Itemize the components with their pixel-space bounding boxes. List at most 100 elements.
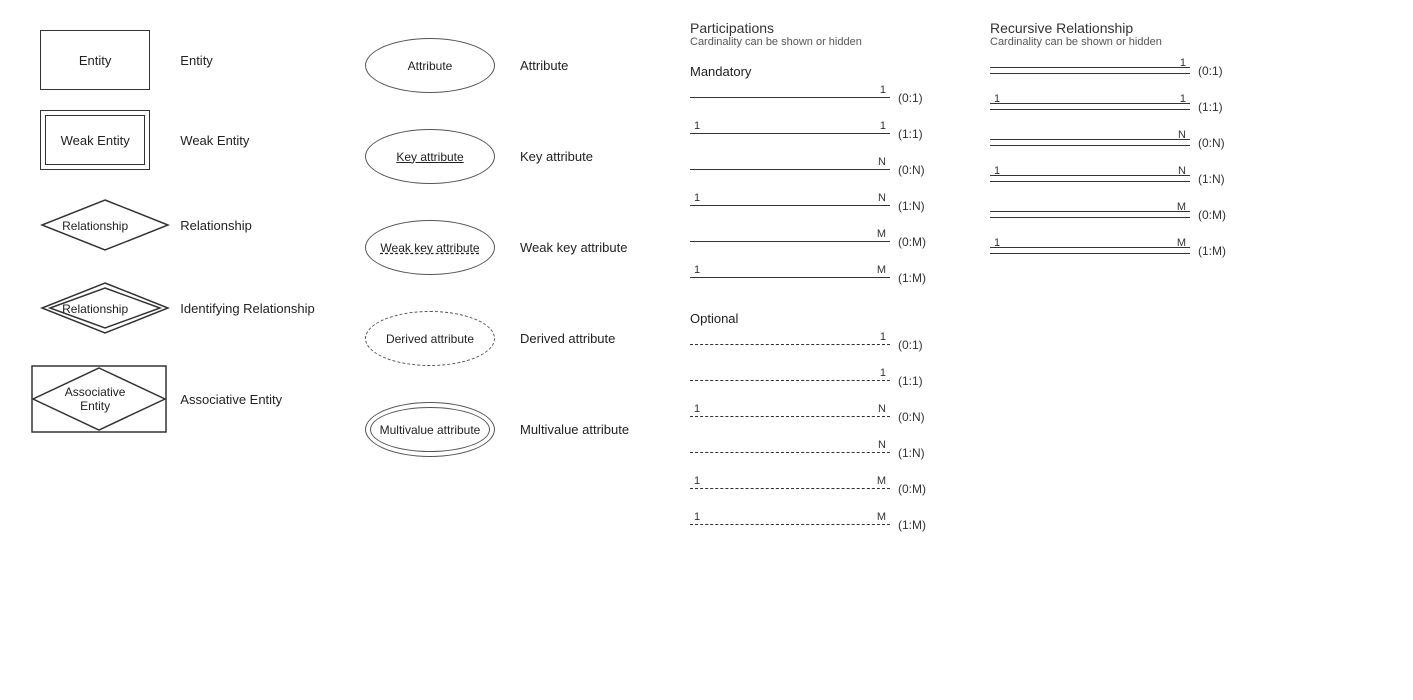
identifying-relationship-label: Identifying Relationship bbox=[170, 301, 350, 316]
part-mandatory-11: 1 1 (1:1) bbox=[690, 119, 980, 149]
associative-entity-label: Associative Entity bbox=[170, 392, 350, 407]
part-line-1n: 1 N bbox=[690, 191, 890, 221]
rec-01: 1 (0:1) bbox=[990, 56, 1280, 86]
part-opt-line-01: 1 bbox=[690, 330, 890, 360]
weak-entity-shape: Weak Entity bbox=[40, 110, 150, 170]
multivalue-attribute-row: Multivalue attribute Multivalue attribut… bbox=[350, 384, 680, 475]
part-line-0m: M bbox=[690, 227, 890, 257]
rec-line-11: 1 1 bbox=[990, 92, 1190, 122]
weak-entity-inner: Weak Entity bbox=[45, 115, 145, 165]
relationship-label: Relationship bbox=[170, 218, 350, 233]
derived-attribute-shape-label: Derived attribute bbox=[386, 332, 474, 346]
part-mandatory-0n: N (0:N) bbox=[690, 155, 980, 185]
recursive-panel: Recursive Relationship Cardinality can b… bbox=[980, 20, 1280, 546]
multivalue-attribute-label: Multivalue attribute bbox=[510, 422, 680, 437]
derived-attribute-shape: Derived attribute bbox=[365, 311, 495, 366]
rec-line-0m: M bbox=[990, 200, 1190, 230]
multivalue-attribute-shape-cell: Multivalue attribute bbox=[350, 402, 510, 457]
participations-header: Participations Cardinality can be shown … bbox=[690, 20, 980, 48]
participations-title: Participations bbox=[690, 20, 980, 36]
entity-row: Entity Entity bbox=[10, 20, 350, 100]
weak-key-attribute-shape-label: Weak key attribute bbox=[380, 241, 479, 255]
part-opt-line-0m: 1 M bbox=[690, 474, 890, 504]
rec-0m: M (0:M) bbox=[990, 200, 1280, 230]
rec-0n: N (0:N) bbox=[990, 128, 1280, 158]
multivalue-attribute-shape-label: Multivalue attribute bbox=[380, 423, 481, 437]
associative-entity-shape-label: AssociativeEntity bbox=[65, 385, 126, 413]
participations-subtitle: Cardinality can be shown or hidden bbox=[690, 36, 980, 48]
weak-entity-shape-cell: Weak Entity bbox=[20, 110, 170, 170]
rec-line-1m: 1 M bbox=[990, 236, 1190, 266]
identifying-relationship-shape-label: Relationship bbox=[62, 302, 128, 316]
identifying-relationship-shape-cell: Relationship bbox=[20, 281, 170, 336]
part-optional-0m: 1 M (0:M) bbox=[690, 474, 980, 504]
derived-attribute-shape-cell: Derived attribute bbox=[350, 311, 510, 366]
weak-key-attribute-label: Weak key attribute bbox=[510, 240, 680, 255]
rec-line-0n: N bbox=[990, 128, 1190, 158]
part-optional-01: 1 (0:1) bbox=[690, 330, 980, 360]
part-mandatory-1n: 1 N (1:N) bbox=[690, 191, 980, 221]
relationship-shape: Relationship bbox=[40, 198, 150, 253]
attribute-shape: Attribute bbox=[365, 38, 495, 93]
entity-shape: Entity bbox=[40, 30, 150, 90]
part-line-0n: N bbox=[690, 155, 890, 185]
part-mandatory-1m: 1 M (1:M) bbox=[690, 263, 980, 293]
attribute-shape-cell: Attribute bbox=[350, 38, 510, 93]
attribute-shape-label: Attribute bbox=[408, 59, 453, 73]
part-opt-line-11: 1 bbox=[690, 366, 890, 396]
key-attribute-shape-cell: Key attribute bbox=[350, 129, 510, 184]
part-optional-1m: 1 M (1:M) bbox=[690, 510, 980, 540]
rec-1m: 1 M (1:M) bbox=[990, 236, 1280, 266]
rec-11: 1 1 (1:1) bbox=[990, 92, 1280, 122]
part-optional-0n: 1 N (0:N) bbox=[690, 402, 980, 432]
derived-attribute-row: Derived attribute Derived attribute bbox=[350, 293, 680, 384]
associative-entity-row: AssociativeEntity Associative Entity bbox=[10, 354, 350, 444]
key-attribute-shape: Key attribute bbox=[365, 129, 495, 184]
associative-entity-shape: AssociativeEntity bbox=[30, 364, 160, 434]
attribute-legend-panel: Attribute Attribute Key attribute Key at… bbox=[350, 20, 680, 546]
part-opt-line-1m: 1 M bbox=[690, 510, 890, 540]
part-optional-1n: N (1:N) bbox=[690, 438, 980, 468]
derived-attribute-label: Derived attribute bbox=[510, 331, 680, 346]
entity-legend-panel: Entity Entity Weak Entity Weak Entity bbox=[10, 20, 350, 546]
recursive-header: Recursive Relationship Cardinality can b… bbox=[990, 20, 1280, 48]
rec-1n: 1 N (1:N) bbox=[990, 164, 1280, 194]
entity-shape-cell: Entity bbox=[20, 30, 170, 90]
weak-entity-label: Weak Entity bbox=[170, 133, 350, 148]
entity-shape-label: Entity bbox=[79, 53, 112, 68]
key-attribute-label: Key attribute bbox=[510, 149, 680, 164]
recursive-title: Recursive Relationship bbox=[990, 20, 1280, 36]
key-attribute-shape-label: Key attribute bbox=[396, 150, 463, 164]
weak-key-attribute-row: Weak key attribute Weak key attribute bbox=[350, 202, 680, 293]
part-mandatory-01: 1 (0:1) bbox=[690, 83, 980, 113]
relationship-shape-cell: Relationship bbox=[20, 198, 170, 253]
identifying-relationship-shape: Relationship bbox=[40, 281, 150, 336]
part-line-01: 1 bbox=[690, 83, 890, 113]
relationship-row: Relationship Relationship bbox=[10, 180, 350, 271]
part-mandatory-0m: M (0:M) bbox=[690, 227, 980, 257]
rec-line-01: 1 bbox=[990, 56, 1190, 86]
rec-line-1n: 1 N bbox=[990, 164, 1190, 194]
weak-entity-row: Weak Entity Weak Entity bbox=[10, 100, 350, 180]
multivalue-attribute-shape: Multivalue attribute bbox=[365, 402, 495, 457]
part-line-1m: 1 M bbox=[690, 263, 890, 293]
part-line-11: 1 1 bbox=[690, 119, 890, 149]
mandatory-label: Mandatory bbox=[690, 64, 980, 79]
main-page: Entity Entity Weak Entity Weak Entity bbox=[0, 0, 1413, 566]
identifying-relationship-row: Relationship Identifying Relationship bbox=[10, 271, 350, 354]
key-attribute-row: Key attribute Key attribute bbox=[350, 111, 680, 202]
attribute-label: Attribute bbox=[510, 58, 680, 73]
participations-panel: Participations Cardinality can be shown … bbox=[680, 20, 980, 546]
recursive-subtitle: Cardinality can be shown or hidden bbox=[990, 36, 1280, 48]
part-opt-line-0n: 1 N bbox=[690, 402, 890, 432]
weak-key-attribute-shape-cell: Weak key attribute bbox=[350, 220, 510, 275]
attribute-row: Attribute Attribute bbox=[350, 20, 680, 111]
optional-label: Optional bbox=[690, 311, 980, 326]
part-opt-line-1n: N bbox=[690, 438, 890, 468]
weak-entity-shape-label: Weak Entity bbox=[61, 133, 130, 148]
entity-label: Entity bbox=[170, 53, 350, 68]
relationship-shape-label: Relationship bbox=[62, 219, 128, 233]
associative-entity-shape-cell: AssociativeEntity bbox=[20, 364, 170, 434]
part-optional-11: 1 (1:1) bbox=[690, 366, 980, 396]
weak-key-attribute-shape: Weak key attribute bbox=[365, 220, 495, 275]
